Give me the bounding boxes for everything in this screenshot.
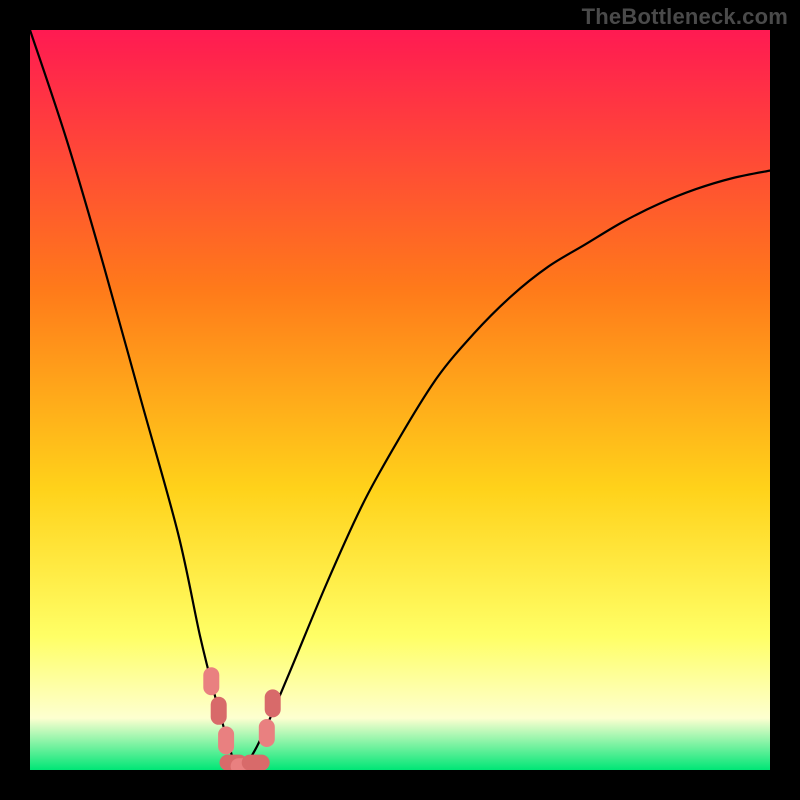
optimal-marker xyxy=(242,755,270,770)
optimal-marker xyxy=(218,726,234,754)
chart-svg xyxy=(30,30,770,770)
optimal-marker xyxy=(259,719,275,747)
optimal-marker xyxy=(203,667,219,695)
optimal-marker xyxy=(211,697,227,725)
watermark-text: TheBottleneck.com xyxy=(582,4,788,30)
optimal-marker xyxy=(265,689,281,717)
chart-frame: { "watermark": "TheBottleneck.com", "col… xyxy=(0,0,800,800)
plot-area xyxy=(30,30,770,770)
